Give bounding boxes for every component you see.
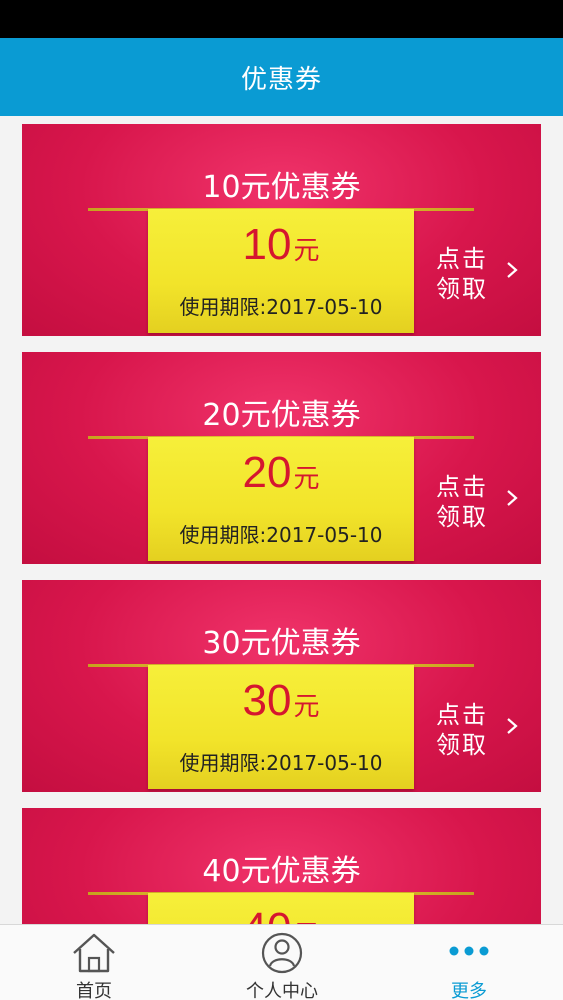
coupon-amount-unit: 元	[293, 236, 320, 266]
bottom-tab-bar: 首页 个人中心 更多	[0, 924, 563, 1000]
tab-personal-center[interactable]: 个人中心	[222, 925, 342, 1000]
coupon-ticket: 40元	[148, 893, 414, 924]
coupon-amount: 30元	[148, 679, 414, 723]
claim-button[interactable]: 点击 领取	[436, 244, 496, 304]
coupon-ticket: 20元 使用期限:2017-05-10	[148, 437, 414, 561]
more-icon	[449, 946, 489, 956]
claim-button[interactable]: 点击 领取	[436, 472, 496, 532]
coupon-title: 30元优惠券	[202, 626, 361, 661]
coupon-amount-unit: 元	[293, 464, 320, 494]
coupon-amount: 20元	[148, 451, 414, 495]
coupon-ticket: 10元 使用期限:2017-05-10	[148, 209, 414, 333]
user-icon	[261, 932, 303, 974]
tab-more[interactable]: 更多	[409, 925, 529, 1000]
coupon-expiry: 使用期限:2017-05-10	[179, 295, 383, 319]
coupon-title: 10元优惠券	[202, 170, 361, 205]
coupon-title: 40元优惠券	[202, 854, 361, 889]
coupon-amount-value: 30	[242, 676, 292, 725]
claim-button[interactable]: 点击 领取	[436, 700, 496, 760]
chevron-right-icon[interactable]	[502, 260, 522, 280]
coupon-card[interactable]: 20元优惠券 20元 使用期限:2017-05-10 点击 领取	[22, 352, 541, 564]
status-bar	[0, 0, 563, 38]
tab-label: 个人中心	[246, 981, 318, 1000]
coupon-amount: 10元	[148, 223, 414, 267]
coupon-card[interactable]: 30元优惠券 30元 使用期限:2017-05-10 点击 领取	[22, 580, 541, 792]
coupon-expiry: 使用期限:2017-05-10	[179, 523, 383, 547]
screen: 优惠券 10元优惠券 10元 使用期限:2017-05-10 点击 领取 20元…	[0, 0, 563, 1000]
claim-label-line1: 点击	[436, 473, 488, 501]
coupon-expiry: 使用期限:2017-05-10	[179, 751, 383, 775]
coupon-title: 20元优惠券	[202, 398, 361, 433]
claim-label-line1: 点击	[436, 245, 488, 273]
claim-label-line1: 点击	[436, 701, 488, 729]
claim-label-line2: 领取	[436, 503, 488, 531]
claim-label-line2: 领取	[436, 275, 488, 303]
coupon-amount-value: 10	[242, 220, 292, 269]
home-icon	[73, 933, 115, 973]
title-bar: 优惠券	[0, 38, 563, 116]
tab-label: 首页	[76, 981, 112, 1000]
chevron-right-icon[interactable]	[502, 716, 522, 736]
chevron-right-icon[interactable]	[502, 488, 522, 508]
coupon-amount-value: 40	[243, 904, 292, 925]
claim-label-line2: 领取	[436, 731, 488, 759]
page-title: 优惠券	[240, 64, 322, 95]
tab-home[interactable]: 首页	[34, 925, 154, 1000]
tab-label: 更多	[451, 981, 487, 1000]
coupon-amount-value: 20	[242, 448, 292, 497]
coupon-card[interactable]: 10元优惠券 10元 使用期限:2017-05-10 点击 领取	[22, 124, 541, 336]
coupon-ticket: 30元 使用期限:2017-05-10	[148, 665, 414, 789]
coupon-amount: 40元	[148, 904, 414, 925]
coupon-card[interactable]: 40元优惠券 40元	[22, 808, 541, 924]
coupon-list: 10元优惠券 10元 使用期限:2017-05-10 点击 领取 20元优惠券	[0, 116, 563, 924]
coupon-amount-unit: 元	[293, 692, 320, 722]
